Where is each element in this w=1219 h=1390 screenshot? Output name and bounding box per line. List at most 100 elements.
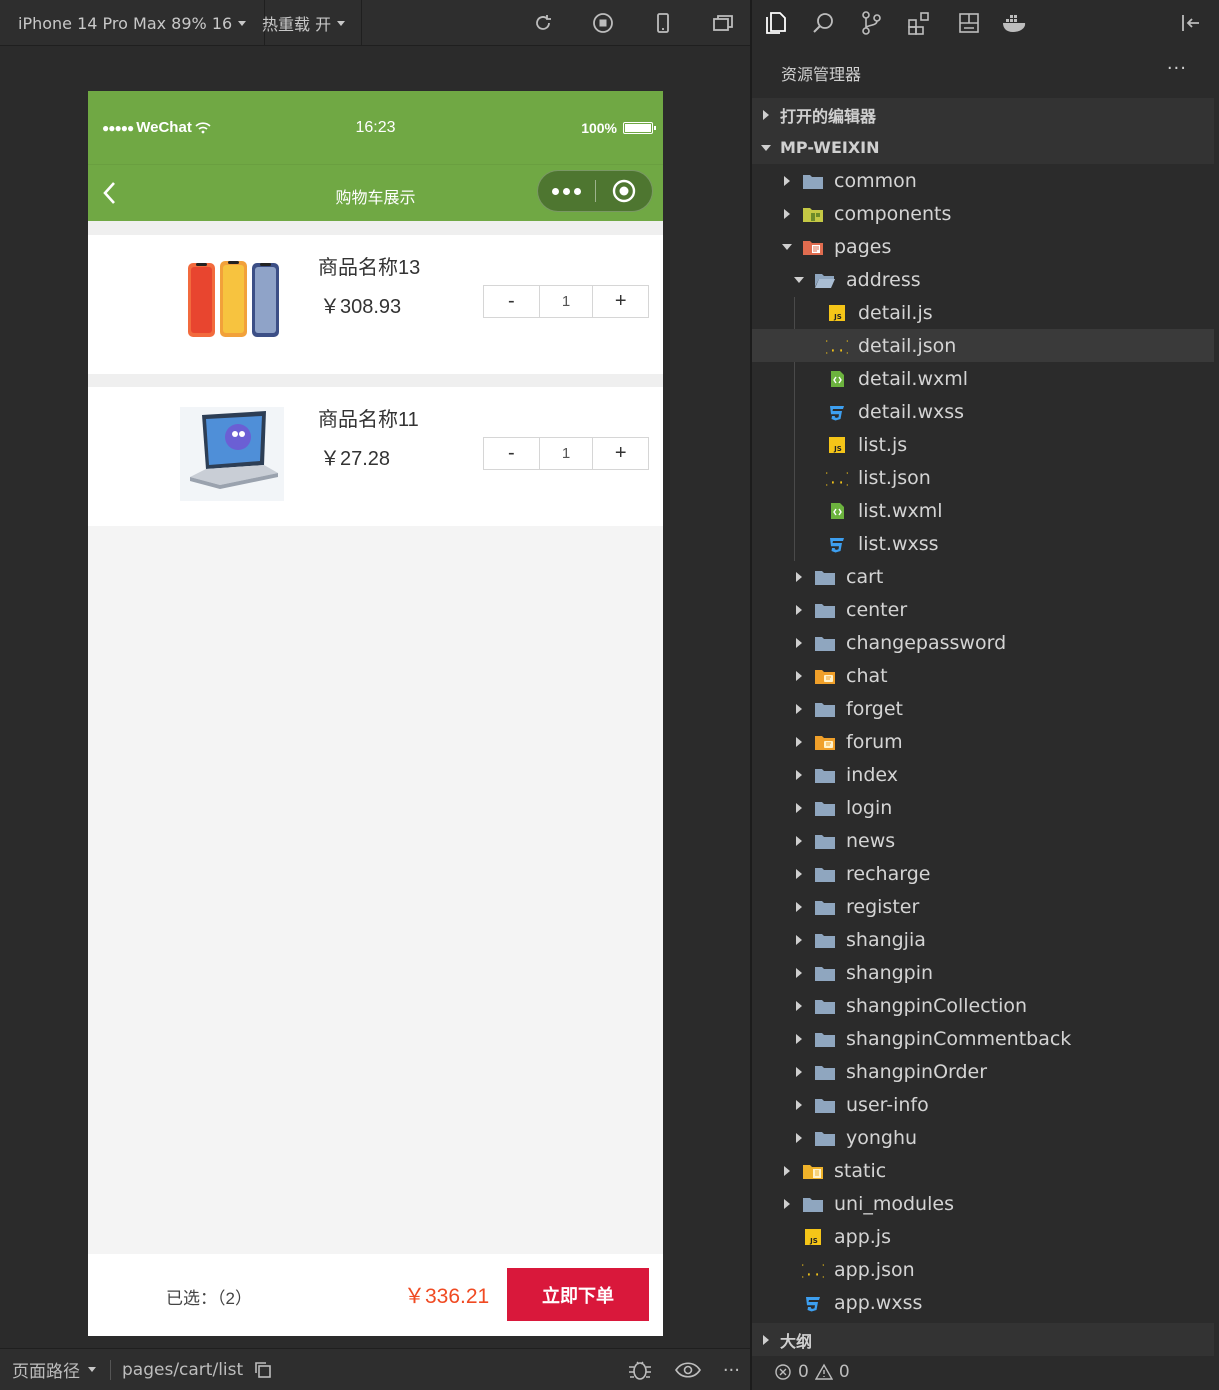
page-path-dropdown[interactable]: 页面路径 [12,1357,96,1382]
decrease-button[interactable]: - [484,438,539,469]
folder-icon [814,270,836,290]
tree-file[interactable]: JS list.js [752,428,1214,461]
devtools-window: iPhone 14 Pro Max 89% 16 热重载 开 ●●●●● WeC… [0,0,1219,1390]
close-mini-program-icon[interactable] [596,170,652,212]
more-icon[interactable]: ··· [1167,58,1187,79]
tree-folder[interactable]: index [752,758,1214,791]
section-project[interactable]: MP-WEIXIN [752,131,1214,164]
quantity-input[interactable]: 1 [538,286,594,317]
tree-file[interactable]: list.wxml [752,494,1214,527]
tree-file[interactable]: {..} detail.json [752,329,1214,362]
tree-folder[interactable]: login [752,791,1214,824]
tree-file[interactable]: JS app.js [752,1220,1214,1253]
tree-folder[interactable]: forget [752,692,1214,725]
tree-folder[interactable]: components [752,197,1214,230]
refresh-icon[interactable] [524,8,562,38]
folder-icon [802,1194,824,1214]
tree-item-label: uni_modules [834,1192,954,1215]
tree-folder[interactable]: forum [752,725,1214,758]
more-icon[interactable]: ··· [723,1360,740,1381]
tree-folder[interactable]: static [752,1154,1214,1187]
chevron-right-icon [763,109,769,120]
tree-item-label: news [846,829,896,852]
svg-text:JS: JS [809,1237,818,1245]
extensions-icon[interactable] [904,8,934,38]
tree-folder[interactable]: recharge [752,857,1214,890]
simulator-toolbar: iPhone 14 Pro Max 89% 16 热重载 开 [0,0,750,46]
folder-icon [814,633,836,653]
product-name[interactable]: 商品名称11 [318,403,419,432]
tree-item-label: chat [846,664,888,687]
tree-file[interactable]: {..} app.json [752,1253,1214,1286]
search-icon[interactable] [808,8,838,38]
increase-button[interactable]: + [593,286,648,317]
tree-folder[interactable]: pages [752,230,1214,263]
tree-file[interactable]: detail.wxml [752,362,1214,395]
tree-folder[interactable]: yonghu [752,1121,1214,1154]
product-image-laptop [180,407,284,501]
eye-icon[interactable] [674,1360,701,1380]
tree-folder[interactable]: shangjia [752,923,1214,956]
tree-folder[interactable]: uni_modules [752,1187,1214,1220]
section-open-editors[interactable]: 打开的编辑器 [752,98,1214,131]
quantity-input[interactable]: 1 [538,438,594,469]
tree-folder[interactable]: user-info [752,1088,1214,1121]
tree-file[interactable]: app.wxss [752,1286,1214,1319]
chevron-right-icon [792,1098,806,1112]
device-selector[interactable]: iPhone 14 Pro Max 89% 16 [0,0,266,46]
tree-folder[interactable]: news [752,824,1214,857]
bug-icon[interactable] [627,1358,653,1382]
phone-icon[interactable] [644,8,682,38]
collapse-panel-icon[interactable] [1176,8,1206,38]
product-name[interactable]: 商品名称13 [318,251,420,280]
tree-file[interactable]: list.wxss [752,527,1214,560]
svg-text:{..}: {..} [802,1263,824,1279]
tree-folder[interactable]: register [752,890,1214,923]
tree-folder[interactable]: changepassword [752,626,1214,659]
folder-icon [802,1161,824,1181]
tree-item-label: recharge [846,862,931,885]
docker-icon[interactable] [1000,8,1030,38]
tree-folder[interactable]: shangpinCollection [752,989,1214,1022]
files-icon[interactable] [760,8,790,38]
decrease-button[interactable]: - [484,286,539,317]
hot-reload-toggle[interactable]: 热重载 开 [246,0,363,46]
tree-file[interactable]: {..} list.json [752,461,1214,494]
problems-status[interactable]: 0 0 [752,1353,1214,1390]
stop-icon[interactable] [584,8,622,38]
wxml-file-icon [826,501,848,521]
tree-folder[interactable]: shangpinOrder [752,1055,1214,1088]
tree-file[interactable]: detail.wxss [752,395,1214,428]
copy-icon[interactable] [253,1360,273,1380]
tree-folder[interactable]: shangpinCommentback [752,1022,1214,1055]
tree-folder[interactable]: address [752,263,1214,296]
wxss-file-icon [826,402,848,422]
chevron-right-icon [792,966,806,980]
js-file-icon: JS [826,303,848,323]
chevron-right-icon [780,1164,794,1178]
device-label: iPhone 14 Pro Max 89% 16 [18,13,233,33]
cart-item: 商品名称13 ￥308.93 - 1 + [88,235,663,374]
svg-text:{..}: {..} [826,339,848,355]
page-path-value: pages/cart/list [122,1359,244,1380]
cart-item: 商品名称11 ￥27.28 - 1 + [88,387,663,526]
tree-folder[interactable]: center [752,593,1214,626]
tree-file[interactable]: JS detail.js [752,296,1214,329]
increase-button[interactable]: + [593,438,648,469]
item-divider [88,374,663,387]
tree-folder[interactable]: chat [752,659,1214,692]
place-order-button[interactable]: 立即下单 [507,1268,649,1321]
window-icon[interactable] [704,8,742,38]
tree-item-label: center [846,598,908,621]
tree-folder[interactable]: cart [752,560,1214,593]
tree-folder[interactable]: common [752,164,1214,197]
tree-item-label: detail.wxss [858,400,965,423]
section-outline[interactable]: 大纲 [752,1323,1214,1356]
source-control-icon[interactable] [856,8,886,38]
more-icon[interactable] [538,170,595,212]
layout-icon[interactable] [954,8,984,38]
tree-folder[interactable]: shangpin [752,956,1214,989]
